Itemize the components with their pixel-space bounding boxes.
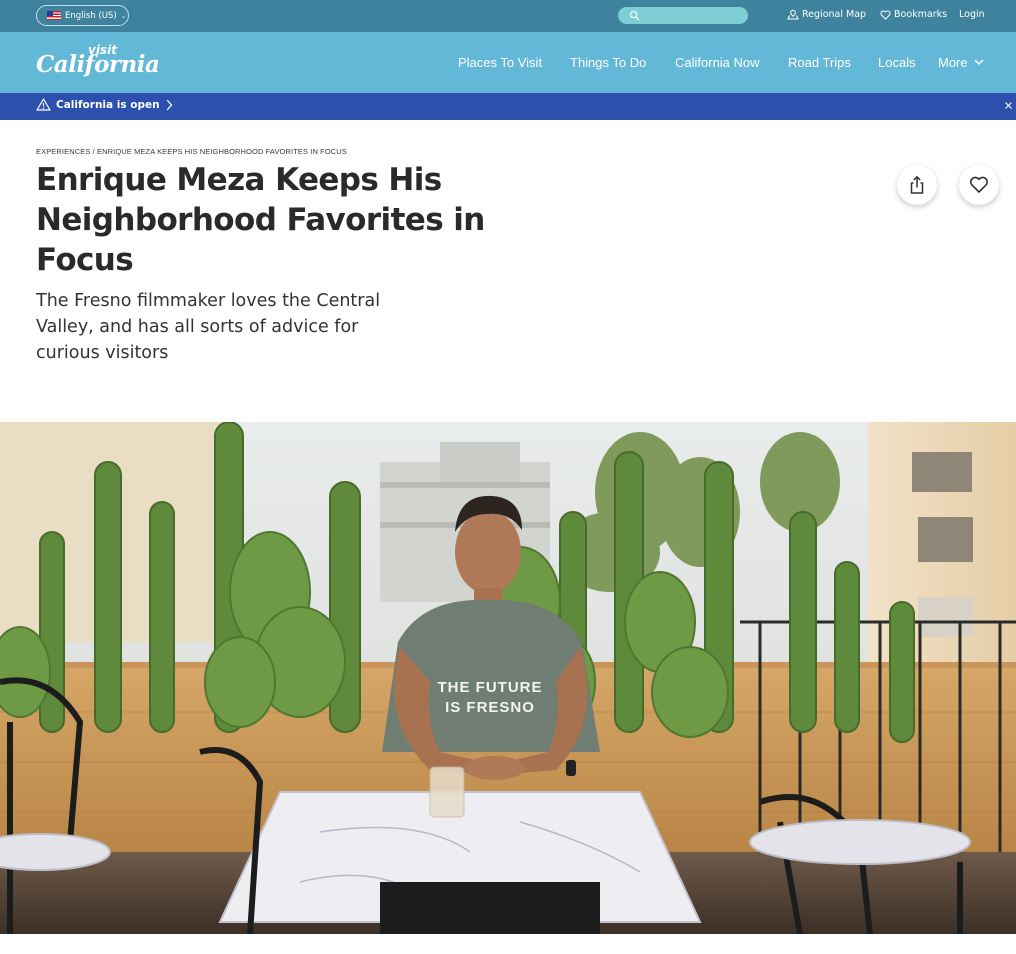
- us-flag-icon: [47, 11, 61, 20]
- nav-road-trips[interactable]: Road Trips: [788, 55, 851, 70]
- login-label: Login: [959, 9, 985, 20]
- page-subtitle: The Fresno filmmaker loves the Central V…: [36, 291, 381, 363]
- warning-icon: [36, 98, 51, 111]
- map-icon: [787, 9, 799, 20]
- chevron-down-icon: [974, 59, 983, 66]
- chevron-right-icon: [166, 99, 172, 110]
- regional-map-label: Regional Map: [802, 9, 867, 20]
- california-open-link[interactable]: California is open: [36, 98, 173, 111]
- breadcrumb-separator: /: [92, 147, 95, 156]
- share-icon: [910, 176, 924, 194]
- close-icon: [1005, 102, 1012, 109]
- nav-locals[interactable]: Locals: [878, 55, 916, 70]
- nav-places-to-visit[interactable]: Places To Visit: [458, 55, 542, 70]
- nav-things-to-do[interactable]: Things To Do: [570, 55, 646, 70]
- search-input[interactable]: [644, 7, 742, 24]
- main-navigation: visit California Places To Visit Things …: [0, 32, 1016, 93]
- language-selector[interactable]: English (US) ⌄: [36, 5, 129, 26]
- nav-more-menu[interactable]: More: [938, 55, 984, 70]
- favorite-button[interactable]: [959, 165, 999, 205]
- nav-more-label: More: [938, 55, 968, 70]
- heart-icon: [880, 10, 891, 20]
- logo-california-text: California: [36, 51, 160, 78]
- shirt-text-line1: THE FUTURE: [438, 679, 543, 696]
- alert-bar: California is open: [0, 93, 1016, 120]
- share-button[interactable]: [897, 165, 937, 205]
- page-title: Enrique Meza Keeps His Neighborhood Favo…: [36, 162, 485, 278]
- breadcrumb: Experiences / Enrique Meza Keeps His Nei…: [36, 147, 347, 156]
- chevron-down-icon: ⌄: [120, 11, 127, 20]
- heart-icon: [969, 176, 989, 193]
- nav-california-now[interactable]: California Now: [675, 55, 760, 70]
- shirt-text-line2: IS FRESNO: [445, 699, 535, 716]
- utility-bar: English (US) ⌄ Regional Map Bookmarks Lo…: [0, 0, 1016, 32]
- language-label: English (US): [65, 10, 117, 21]
- breadcrumb-experiences[interactable]: Experiences: [36, 147, 90, 156]
- breadcrumb-current: Enrique Meza Keeps His Neighborhood Favo…: [97, 147, 347, 156]
- bookmarks-link[interactable]: Bookmarks: [880, 9, 947, 20]
- hero-illustration: THE FUTURE IS FRESNO: [0, 422, 1016, 934]
- regional-map-link[interactable]: Regional Map: [787, 9, 866, 20]
- close-alert-button[interactable]: [1004, 101, 1016, 113]
- search-field[interactable]: [618, 7, 748, 24]
- bookmarks-label: Bookmarks: [894, 9, 948, 20]
- hero-photo: THE FUTURE IS FRESNO: [0, 422, 1016, 934]
- login-link[interactable]: Login: [959, 9, 985, 20]
- alert-text: California is open: [56, 98, 160, 111]
- visit-california-logo[interactable]: visit California: [36, 41, 160, 85]
- search-icon: [629, 10, 640, 21]
